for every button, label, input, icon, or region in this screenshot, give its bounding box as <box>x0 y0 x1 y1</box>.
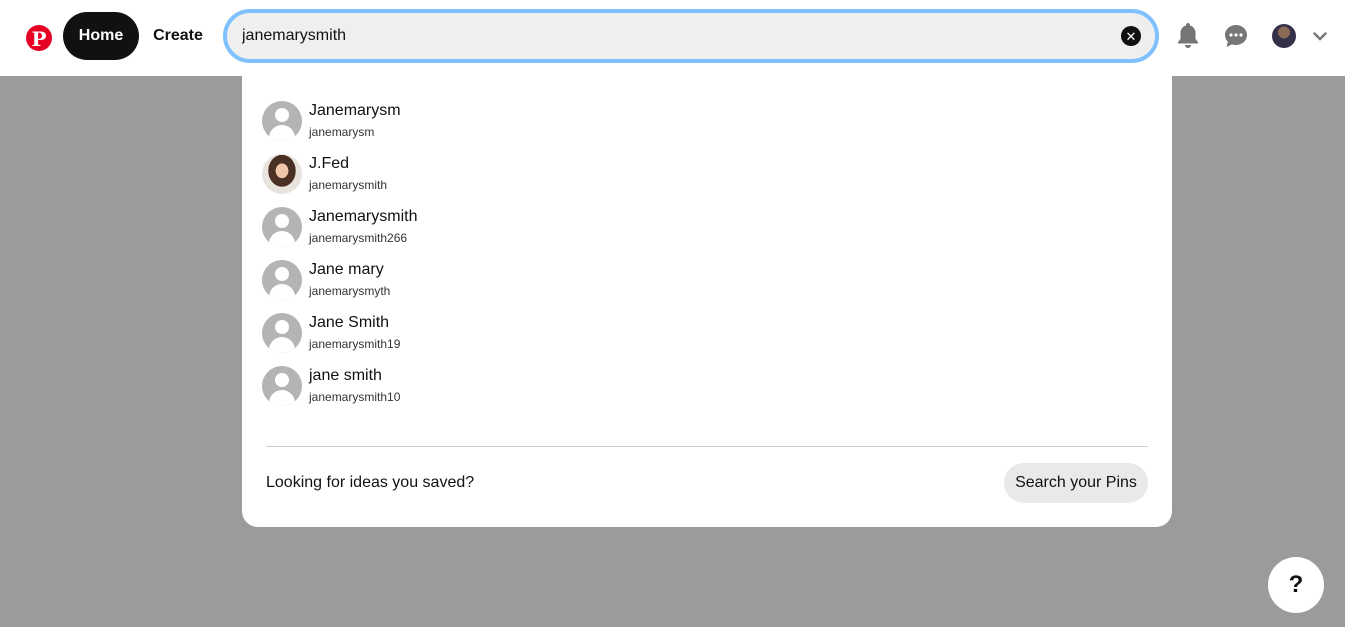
profile-avatar[interactable] <box>1272 24 1296 48</box>
clear-search-icon[interactable]: ✕ <box>1121 26 1141 46</box>
account-menu-button[interactable] <box>1310 26 1330 46</box>
result-username: janemarysmith266 <box>309 231 408 245</box>
list-item[interactable]: J.Fed janemarysmith <box>262 147 762 200</box>
default-avatar-icon <box>262 312 302 353</box>
default-avatar-icon <box>262 100 302 141</box>
messages-button[interactable] <box>1216 16 1256 56</box>
list-item[interactable]: Jane mary janemarysmyth <box>262 253 762 306</box>
logo-glyph: P <box>31 27 47 51</box>
result-name: Janemarysmith <box>309 208 418 225</box>
search-input[interactable] <box>242 13 1102 59</box>
result-name: Janemarysm <box>309 102 401 119</box>
result-username: janemarysm <box>309 125 375 139</box>
result-name: jane smith <box>309 367 382 384</box>
result-username: janemarysmith <box>309 178 388 192</box>
search-bar[interactable]: ✕ <box>223 9 1159 63</box>
result-name: J.Fed <box>309 155 350 172</box>
chevron-down-icon <box>1313 31 1327 41</box>
divider <box>266 446 1148 447</box>
nav-home-button[interactable]: Home <box>63 12 139 60</box>
list-item[interactable]: Jane Smith janemarysmith19 <box>262 306 762 359</box>
question-mark-icon: ? <box>1288 571 1304 598</box>
result-name: Jane mary <box>309 261 384 278</box>
list-item[interactable]: Janemarysm janemarysm <box>262 94 762 147</box>
list-item[interactable]: jane smith janemarysmith10 <box>262 359 762 412</box>
result-username: janemarysmith19 <box>309 337 401 351</box>
saved-ideas-prompt: Looking for ideas you saved? <box>266 474 475 491</box>
top-nav-bar: P Home Create ✕ <box>0 0 1345 76</box>
search-suggestions-dropdown: Janemarysm janemarysm J.Fed janemarysmith … <box>242 76 1172 527</box>
result-username: janemarysmith10 <box>309 390 401 404</box>
notifications-button[interactable] <box>1168 16 1208 56</box>
nav-create-button[interactable]: Create <box>143 12 213 60</box>
default-avatar-icon <box>262 259 302 300</box>
bell-icon <box>1178 23 1198 48</box>
search-your-pins-button[interactable]: Search your Pins <box>1004 463 1148 503</box>
help-button[interactable]: ? <box>1268 557 1324 613</box>
pinterest-logo-icon[interactable]: P <box>26 25 52 51</box>
list-item[interactable]: Janemarysmith janemarysmith266 <box>262 200 762 253</box>
default-avatar-icon <box>262 365 302 406</box>
result-username: janemarysmyth <box>309 284 391 298</box>
messages-icon <box>1225 25 1247 47</box>
user-photo-avatar <box>262 153 302 194</box>
default-avatar-icon <box>262 206 302 247</box>
result-name: Jane Smith <box>309 314 390 331</box>
